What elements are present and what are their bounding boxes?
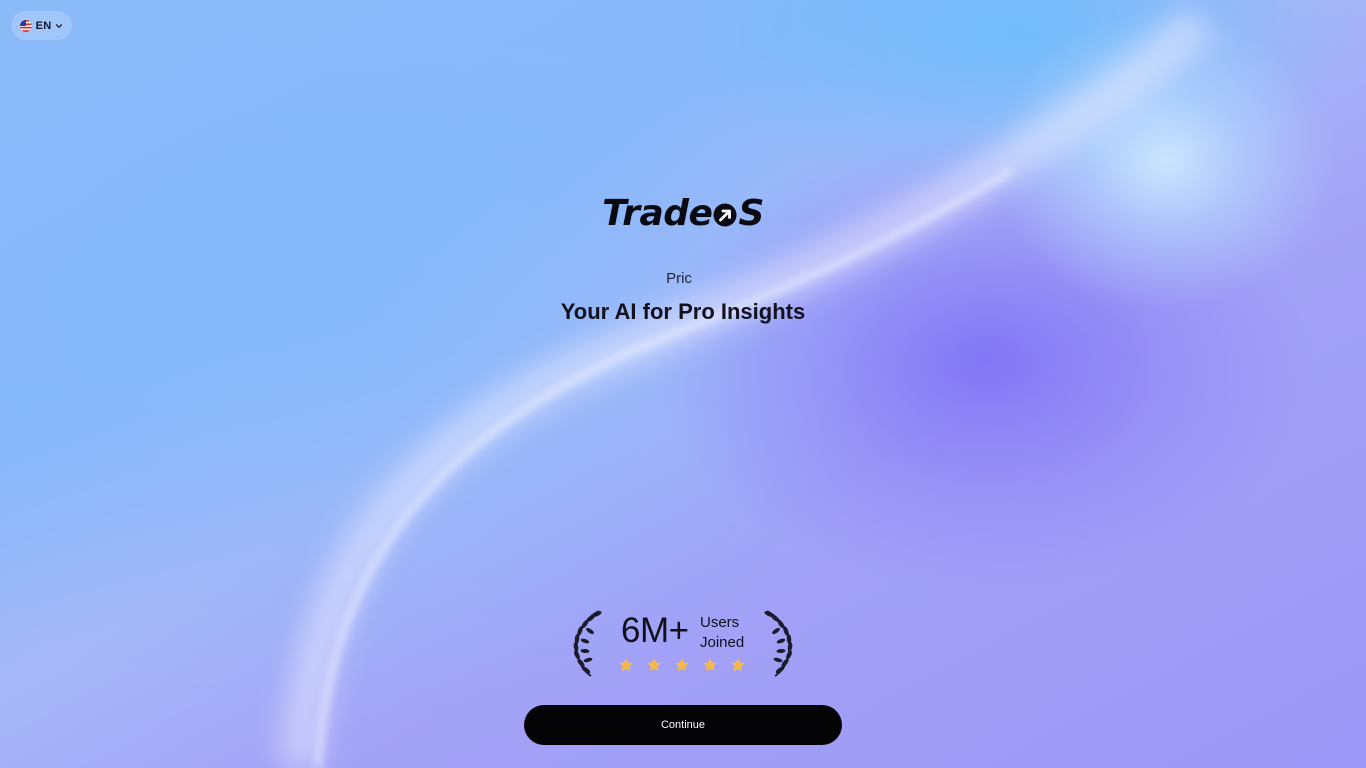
us-flag-icon — [19, 19, 32, 32]
product-name: Pric — [666, 270, 692, 287]
users-count: 6M+ — [621, 611, 689, 650]
users-joined-badge: 6M+ Users Joined — [571, 606, 795, 680]
users-label-line2: Joined — [700, 634, 745, 651]
language-selector[interactable]: EN — [11, 11, 72, 40]
tagline-heading: Your AI for Pro Insights — [560, 299, 806, 324]
continue-button[interactable]: Continue — [524, 705, 842, 745]
star-icon — [675, 658, 689, 672]
brand-logo: Trade S — [0, 192, 1366, 236]
star-rating — [618, 657, 746, 673]
laurel-right-icon — [764, 610, 793, 677]
chevron-down-icon — [56, 23, 63, 28]
users-count-label: Users Joined — [700, 613, 744, 653]
language-code: EN — [35, 19, 52, 32]
users-label-line1: Users — [700, 614, 740, 631]
brand-logo-text-end: S — [738, 193, 764, 234]
star-icon — [731, 658, 745, 672]
brand-logo-text-start: Trade — [602, 193, 713, 234]
star-icon — [647, 658, 661, 672]
laurel-left-icon — [573, 610, 602, 677]
logo-arrow-o-icon — [713, 203, 737, 227]
star-icon — [619, 658, 633, 672]
star-icon — [703, 658, 717, 672]
